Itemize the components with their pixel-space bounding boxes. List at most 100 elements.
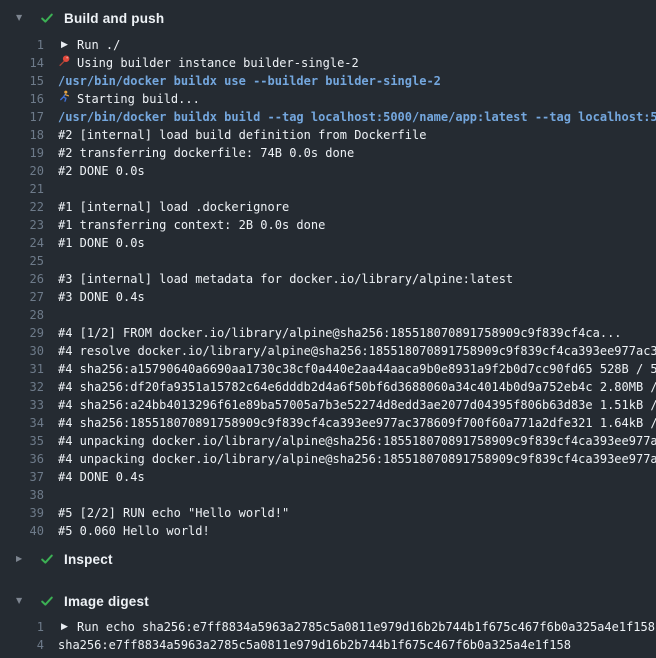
line-number[interactable]: 40	[0, 522, 44, 540]
line-number[interactable]: 30	[0, 342, 44, 360]
log-text: Run echo sha256:e7ff8834a5963a2785c5a081…	[77, 618, 655, 636]
section-header[interactable]: ▶ Inspect	[0, 540, 656, 578]
runner-icon	[58, 90, 71, 108]
line-number[interactable]: 33	[0, 396, 44, 414]
line-number[interactable]: 39	[0, 504, 44, 522]
icon-slot	[58, 56, 71, 70]
collapse-toggle-icon[interactable]: ▶	[16, 555, 26, 563]
log-text: sha256:e7ff8834a5963a2785c5a0811e979d16b…	[58, 636, 571, 654]
log-text: Run ./	[77, 36, 120, 54]
line-number[interactable]: 25	[0, 252, 44, 270]
line-number[interactable]: 21	[0, 180, 44, 198]
log-line: 17 /usr/bin/docker buildx build --tag lo…	[0, 108, 656, 126]
log-line: 25	[0, 252, 656, 270]
log-text: #5 [2/2] RUN echo "Hello world!"	[58, 504, 289, 522]
section-title: Build and push	[64, 11, 164, 26]
log-text: #2 [internal] load build definition from…	[58, 126, 426, 144]
line-number[interactable]: 24	[0, 234, 44, 252]
log-text: Starting build...	[77, 90, 200, 108]
section-header[interactable]: ▼ Image digest	[0, 584, 656, 618]
log-line: 24 #1 DONE 0.0s	[0, 234, 656, 252]
log-section-build-and-push: ▼ Build and push 1 ▶ Run ./ 14 Using buil…	[0, 0, 656, 540]
line-number[interactable]: 1	[0, 618, 44, 636]
log-text: #4 sha256:a24bb4013296f61e89ba57005a7b3e…	[58, 396, 656, 414]
log-line: 16 Starting build...	[0, 90, 656, 108]
log-line: 18 #2 [internal] load build definition f…	[0, 126, 656, 144]
log-text: #1 DONE 0.0s	[58, 234, 145, 252]
log-text: #2 transferring dockerfile: 74B 0.0s don…	[58, 144, 354, 162]
log-line: 15 /usr/bin/docker buildx use --builder …	[0, 72, 656, 90]
line-number[interactable]: 18	[0, 126, 44, 144]
line-number[interactable]: 4	[0, 636, 44, 654]
log-line: 23 #1 transferring context: 2B 0.0s done	[0, 216, 656, 234]
line-number[interactable]: 16	[0, 90, 44, 108]
line-number[interactable]: 20	[0, 162, 44, 180]
check-icon	[39, 593, 55, 609]
section-log-lines: 1 ▶ Run echo sha256:e7ff8834a5963a2785c5a…	[0, 618, 656, 654]
line-number[interactable]: 15	[0, 72, 44, 90]
line-number[interactable]: 35	[0, 432, 44, 450]
log-line: 37 #4 DONE 0.4s	[0, 468, 656, 486]
log-section-inspect: ▶ Inspect	[0, 540, 656, 578]
log-text: #1 transferring context: 2B 0.0s done	[58, 216, 325, 234]
log-line: 28	[0, 306, 656, 324]
line-number[interactable]: 36	[0, 450, 44, 468]
log-line: 36 #4 unpacking docker.io/library/alpine…	[0, 450, 656, 468]
log-line: 20 #2 DONE 0.0s	[0, 162, 656, 180]
section-log-lines: 1 ▶ Run ./ 14 Using builder instance buil…	[0, 36, 656, 540]
log-line: 30 #4 resolve docker.io/library/alpine@s…	[0, 342, 656, 360]
log-text: #1 [internal] load .dockerignore	[58, 198, 289, 216]
log-text: /usr/bin/docker buildx use --builder bui…	[58, 72, 441, 90]
log-line: 29 #4 [1/2] FROM docker.io/library/alpin…	[0, 324, 656, 342]
log-line: 31 #4 sha256:a15790640a6690aa1730c38cf0a…	[0, 360, 656, 378]
section-header[interactable]: ▼ Build and push	[0, 0, 656, 36]
log-line: 34 #4 sha256:185518070891758909c9f839cf4…	[0, 414, 656, 432]
collapse-toggle-icon[interactable]: ▼	[16, 597, 26, 605]
check-icon	[39, 10, 55, 26]
line-number[interactable]: 28	[0, 306, 44, 324]
log-line: 21	[0, 180, 656, 198]
log-line: 22 #1 [internal] load .dockerignore	[0, 198, 656, 216]
log-line: 19 #2 transferring dockerfile: 74B 0.0s …	[0, 144, 656, 162]
log-text: #4 sha256:185518070891758909c9f839cf4ca3…	[58, 414, 656, 432]
line-number[interactable]: 32	[0, 378, 44, 396]
line-number[interactable]: 26	[0, 270, 44, 288]
play-icon[interactable]: ▶	[61, 623, 68, 632]
log-line: 35 #4 unpacking docker.io/library/alpine…	[0, 432, 656, 450]
pushpin-icon	[58, 54, 71, 72]
log-text: #4 sha256:df20fa9351a15782c64e6dddb2d4a6…	[58, 378, 656, 396]
line-number[interactable]: 31	[0, 360, 44, 378]
log-text: #4 unpacking docker.io/library/alpine@sh…	[58, 432, 656, 450]
log-text: #2 DONE 0.0s	[58, 162, 145, 180]
icon-slot: ▶	[58, 38, 71, 52]
line-number[interactable]: 27	[0, 288, 44, 306]
icon-slot: ▶	[58, 620, 71, 634]
log-line: 27 #3 DONE 0.4s	[0, 288, 656, 306]
line-number[interactable]: 17	[0, 108, 44, 126]
play-icon[interactable]: ▶	[61, 41, 68, 50]
actions-log-viewer: ▼ Build and push 1 ▶Run ./ 14 Using buil…	[0, 0, 656, 658]
log-line: 1 ▶ Run ./	[0, 36, 656, 54]
log-line: 1 ▶ Run echo sha256:e7ff8834a5963a2785c5a…	[0, 618, 656, 636]
line-number[interactable]: 14	[0, 54, 44, 72]
line-number[interactable]: 19	[0, 144, 44, 162]
log-line: 38	[0, 486, 656, 504]
log-text: #4 [1/2] FROM docker.io/library/alpine@s…	[58, 324, 622, 342]
icon-slot	[58, 92, 71, 106]
line-number[interactable]: 34	[0, 414, 44, 432]
line-number[interactable]: 1	[0, 36, 44, 54]
line-number[interactable]: 23	[0, 216, 44, 234]
log-line: 33 #4 sha256:a24bb4013296f61e89ba57005a7…	[0, 396, 656, 414]
log-text: #4 DONE 0.4s	[58, 468, 145, 486]
log-text: #4 sha256:a15790640a6690aa1730c38cf0a440…	[58, 360, 656, 378]
line-number[interactable]: 37	[0, 468, 44, 486]
collapse-toggle-icon[interactable]: ▼	[16, 14, 26, 22]
line-number[interactable]: 38	[0, 486, 44, 504]
line-number[interactable]: 29	[0, 324, 44, 342]
log-line: 39 #5 [2/2] RUN echo "Hello world!"	[0, 504, 656, 522]
log-line: 26 #3 [internal] load metadata for docke…	[0, 270, 656, 288]
log-text: #3 [internal] load metadata for docker.i…	[58, 270, 513, 288]
log-text: Using builder instance builder-single-2	[77, 54, 359, 72]
line-number[interactable]: 22	[0, 198, 44, 216]
log-line: 14 Using builder instance builder-single…	[0, 54, 656, 72]
